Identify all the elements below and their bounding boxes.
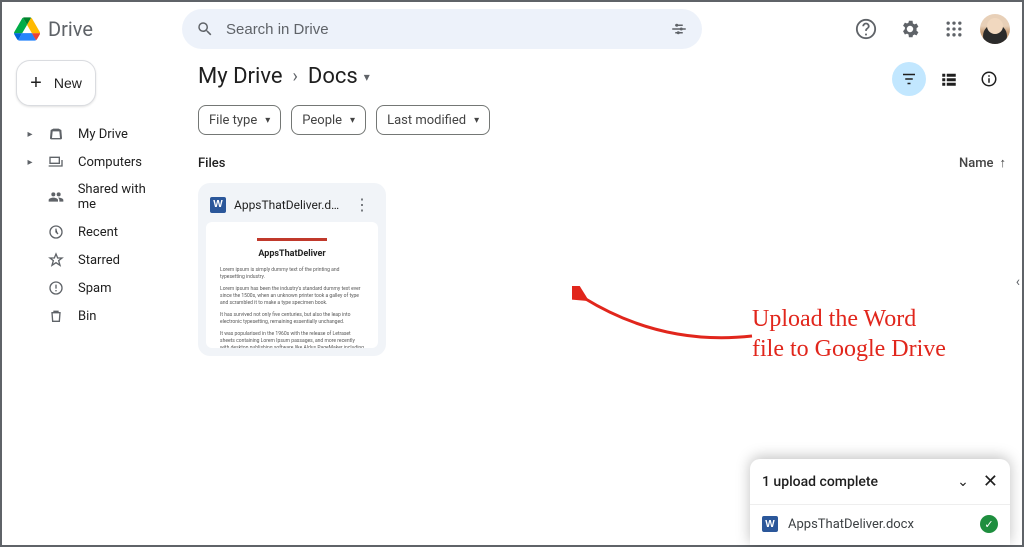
- search-bar[interactable]: [182, 9, 702, 49]
- view-actions: [892, 62, 1006, 96]
- breadcrumb-root[interactable]: My Drive: [198, 64, 283, 89]
- sidebar-item-shared[interactable]: Shared with me: [16, 176, 174, 218]
- chevron-right-icon: ▸: [26, 157, 34, 168]
- sidebar-item-starred[interactable]: Starred: [16, 246, 174, 274]
- header: Drive: [2, 2, 1022, 56]
- new-button[interactable]: + New: [16, 60, 96, 106]
- sidebar-item-my-drive[interactable]: ▸ My Drive: [16, 120, 174, 148]
- chip-label: Last modified: [387, 113, 466, 128]
- search-input[interactable]: [226, 21, 658, 38]
- chip-last-modified[interactable]: Last modified ▾: [376, 105, 490, 135]
- caret-down-icon: ▾: [474, 115, 479, 126]
- word-file-icon: W: [762, 516, 778, 532]
- clock-icon: [48, 224, 64, 240]
- files-section-label: Files: [198, 156, 225, 171]
- arrow-up-icon: ↑: [1000, 155, 1007, 171]
- annotation-text: Upload the Word file to Google Drive: [752, 304, 946, 364]
- help-icon[interactable]: [848, 11, 884, 47]
- caret-down-icon: ▾: [350, 115, 355, 126]
- filter-view-button[interactable]: [892, 62, 926, 96]
- new-button-label: New: [54, 75, 82, 91]
- file-card[interactable]: W AppsThatDeliver.docx ⋮ AppsThatDeliver…: [198, 183, 386, 356]
- breadcrumb-current-label: Docs: [308, 64, 358, 89]
- drive-icon: [48, 126, 64, 142]
- breadcrumb: My Drive › Docs ▾: [198, 64, 1006, 89]
- caret-down-icon: ▾: [265, 115, 270, 126]
- details-button[interactable]: [972, 62, 1006, 96]
- sidebar-item-label: My Drive: [78, 127, 128, 142]
- upload-status: 1 upload complete: [762, 474, 878, 490]
- account-avatar[interactable]: [980, 14, 1010, 44]
- sidebar-item-label: Bin: [78, 309, 96, 324]
- list-view-button[interactable]: [932, 62, 966, 96]
- upload-item-name: AppsThatDeliver.docx: [788, 517, 970, 532]
- header-actions: [848, 11, 1010, 47]
- chip-label: People: [302, 113, 342, 128]
- caret-down-icon: ▾: [364, 70, 370, 84]
- success-check-icon: ✓: [980, 515, 998, 533]
- sidebar-item-label: Computers: [78, 155, 142, 170]
- app-name: Drive: [48, 17, 93, 41]
- computers-icon: [48, 154, 64, 170]
- chip-label: File type: [209, 113, 257, 128]
- search-icon: [196, 20, 214, 38]
- sidebar: + New ▸ My Drive ▸ Computers Shared with…: [2, 56, 182, 545]
- sort-label: Name: [959, 156, 994, 171]
- collapse-icon[interactable]: ⌄: [957, 474, 969, 490]
- thumb-title: AppsThatDeliver: [220, 249, 364, 259]
- logo[interactable]: Drive: [14, 17, 174, 41]
- sort-button[interactable]: Name ↑: [959, 155, 1006, 171]
- sidebar-item-label: Shared with me: [78, 182, 164, 212]
- search-options-icon[interactable]: [670, 20, 688, 38]
- file-name: AppsThatDeliver.docx: [234, 198, 342, 212]
- breadcrumb-current[interactable]: Docs ▾: [308, 64, 370, 89]
- sidebar-item-recent[interactable]: Recent: [16, 218, 174, 246]
- chevron-right-icon: ▸: [26, 129, 34, 140]
- filter-chips: File type ▾ People ▾ Last modified ▾: [198, 105, 1006, 135]
- spam-icon: [48, 280, 64, 296]
- chevron-right-icon: ›: [293, 66, 298, 87]
- side-panel-toggle[interactable]: ‹: [1016, 274, 1020, 290]
- word-file-icon: W: [210, 197, 226, 213]
- sidebar-item-spam[interactable]: Spam: [16, 274, 174, 302]
- upload-toast: 1 upload complete ⌄ ✕ W AppsThatDeliver.…: [750, 459, 1010, 545]
- star-icon: [48, 252, 64, 268]
- trash-icon: [48, 308, 64, 324]
- sidebar-item-label: Starred: [78, 253, 120, 268]
- drive-logo-icon: [14, 17, 40, 41]
- close-icon[interactable]: ✕: [983, 471, 998, 492]
- sidebar-item-label: Recent: [78, 225, 118, 240]
- sidebar-item-computers[interactable]: ▸ Computers: [16, 148, 174, 176]
- settings-icon[interactable]: [892, 11, 928, 47]
- file-thumbnail: AppsThatDeliver Lorem ipsum is simply du…: [206, 222, 378, 348]
- apps-icon[interactable]: [936, 11, 972, 47]
- people-icon: [48, 189, 64, 205]
- upload-item[interactable]: W AppsThatDeliver.docx ✓: [750, 504, 1010, 545]
- chip-people[interactable]: People ▾: [291, 105, 366, 135]
- chip-file-type[interactable]: File type ▾: [198, 105, 281, 135]
- sidebar-item-bin[interactable]: Bin: [16, 302, 174, 330]
- sidebar-item-label: Spam: [78, 281, 112, 296]
- more-icon[interactable]: ⋮: [350, 195, 374, 214]
